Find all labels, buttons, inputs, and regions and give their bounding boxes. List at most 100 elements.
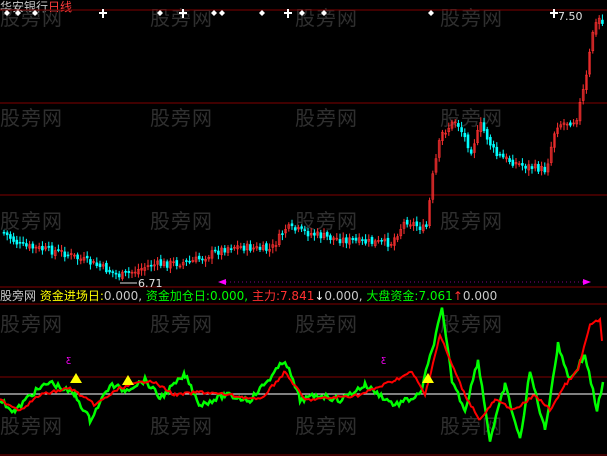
candle-body [242, 245, 246, 251]
market-fund-value2: 0.000 [462, 289, 498, 303]
candle-body [495, 146, 499, 157]
buy-triangle-icon [70, 373, 82, 383]
candle-body [2, 231, 6, 234]
candle-body [249, 244, 252, 251]
candle-body [508, 158, 511, 163]
candle-body [149, 264, 153, 267]
candle-body [50, 245, 54, 255]
candle-body [460, 127, 463, 133]
candle-body [482, 122, 486, 132]
candle-body [223, 248, 227, 253]
indicator-source: 股旁网 [0, 289, 37, 303]
diamond-marker-icon [15, 10, 21, 16]
diamond-marker-icon [32, 10, 38, 16]
entry-day-label: 资金进场日: [39, 289, 104, 303]
candle-body [188, 260, 191, 263]
candle-body [370, 237, 374, 244]
candle-body [329, 235, 332, 240]
candle-body [98, 263, 102, 268]
candle-body [457, 123, 460, 127]
candle-body [463, 133, 467, 138]
candle-body [108, 269, 111, 273]
signal-mark: ƹ [381, 355, 386, 365]
candle-body [354, 237, 358, 241]
candle-body [213, 249, 217, 252]
candle-body [300, 226, 303, 229]
candle-body [66, 254, 70, 257]
candle-body [95, 262, 99, 266]
range-marker-right-icon [583, 279, 591, 285]
candle-body [325, 232, 329, 237]
diamond-marker-icon [299, 10, 305, 16]
candle-body [511, 159, 515, 166]
candle-body [469, 149, 473, 154]
candle-body [85, 255, 89, 259]
candle-body [380, 239, 383, 242]
fund-flow-line [0, 307, 605, 442]
candle-body [258, 246, 262, 250]
candle-body [405, 219, 409, 225]
candle-body [31, 243, 35, 249]
price-high-label: 7.50 [558, 10, 583, 23]
candle-body [201, 258, 204, 261]
candle-body [306, 231, 310, 237]
candle-body [313, 232, 316, 236]
candle-body [338, 239, 342, 244]
candle-body [124, 271, 127, 273]
diamond-marker-icon [157, 10, 163, 16]
diamond-marker-icon [4, 10, 10, 16]
candle-body [127, 271, 131, 273]
candle-body [415, 221, 419, 227]
candle-body [12, 236, 15, 242]
candle-body [105, 262, 108, 273]
candle-body [175, 260, 179, 267]
candle-body [281, 233, 284, 235]
candle-body [524, 165, 527, 169]
candle-body [165, 261, 169, 268]
candle-body [501, 153, 505, 158]
add-day-label: 资金加仓日: [145, 289, 210, 303]
candle-body [265, 243, 268, 251]
candle-body [361, 239, 364, 241]
candle-body [521, 163, 524, 166]
candle-body [117, 273, 121, 278]
candle-body [159, 259, 163, 266]
chart-canvas[interactable]: ƹ ƹ [0, 0, 607, 456]
candle-body [492, 144, 495, 148]
indicator-legend: 股旁网 资金进场日:0.000, 资金加仓日:0.000, 主力:7.841↓0… [0, 289, 497, 303]
candle-body [485, 129, 489, 140]
diamond-marker-icon [259, 10, 265, 16]
price-high-value: 7.50 [558, 10, 583, 23]
main-force-label: 主力: [251, 289, 280, 303]
signal-mark: ƹ [66, 355, 71, 365]
candle-body [21, 242, 25, 244]
candle-body [63, 251, 67, 258]
candle-body [89, 259, 92, 265]
market-fund-value: 7.061 [418, 289, 453, 303]
candle-body [537, 164, 540, 172]
candle-body [543, 166, 547, 173]
candle-body [601, 19, 604, 24]
up-arrow-icon: ↑ [452, 289, 463, 303]
candle-body [25, 243, 28, 247]
candle-body [345, 237, 348, 244]
candle-body [466, 134, 470, 149]
candle-body [386, 237, 390, 247]
main-force-value2: 0.000, [324, 289, 363, 303]
candle-body [418, 226, 422, 230]
candlestick-series [2, 14, 604, 281]
range-marker-left-icon [218, 279, 226, 285]
candle-body [319, 232, 323, 239]
chart-screen[interactable]: 华安银行日线 股旁网 股旁网 股旁网 股旁网 股旁网 股旁网 股旁网 股旁网 股… [0, 0, 607, 456]
diamond-marker-icon [219, 10, 225, 16]
candle-body [489, 136, 492, 146]
candle-body [425, 224, 428, 227]
candle-body [5, 232, 9, 236]
candle-body [9, 234, 12, 239]
candle-body [569, 122, 572, 126]
candle-body [111, 271, 115, 273]
candle-body [18, 242, 22, 244]
candle-body [351, 238, 355, 240]
market-fund-label: 大盘资金: [366, 289, 419, 303]
candle-body [530, 166, 534, 169]
